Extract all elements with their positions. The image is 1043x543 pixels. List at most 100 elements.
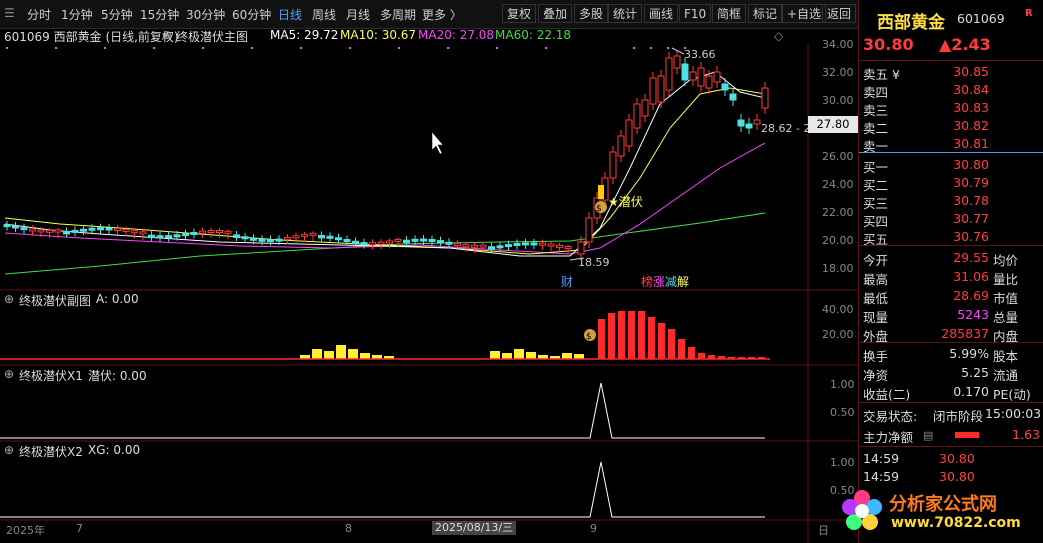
sub1-bar bbox=[348, 349, 358, 359]
candle bbox=[165, 235, 172, 239]
overlay-button[interactable]: 叠加 bbox=[538, 4, 573, 23]
chart-area[interactable]: 601069 西部黄金 (日线,前复权) ⊕ 终极潜伏主图 MA5: 29.72… bbox=[0, 28, 858, 543]
trade-status: 闭市阶段 bbox=[933, 409, 984, 424]
sub1-name[interactable]: 终极潜伏副图 bbox=[19, 292, 91, 309]
sub3-name[interactable]: 终极潜伏X2 bbox=[19, 443, 83, 460]
main-flow-row[interactable]: 主力净额 ▤ 1.63 bbox=[859, 425, 1043, 445]
back-button[interactable]: 返回 bbox=[822, 4, 857, 23]
sub1-bar bbox=[648, 317, 655, 359]
candle bbox=[156, 235, 164, 239]
candle bbox=[577, 241, 585, 255]
candle bbox=[745, 123, 753, 129]
stock-code: 601069 bbox=[957, 11, 1005, 26]
bid-row-1: 买一 30.80 bbox=[859, 155, 1043, 175]
candle bbox=[173, 234, 181, 238]
sub1-bar-group bbox=[0, 311, 770, 360]
sub2-axis-1: 1.00 bbox=[830, 378, 855, 391]
high-note: 33.66 bbox=[684, 48, 716, 61]
candle bbox=[445, 241, 453, 245]
stat2-row-2: 收益(二) 0.170 PE(动) bbox=[859, 382, 1043, 402]
svg-text:$: $ bbox=[586, 332, 592, 342]
add-watchlist-button[interactable]: +自选 bbox=[782, 4, 827, 23]
candle bbox=[462, 244, 470, 248]
candle bbox=[681, 63, 689, 81]
stat2-row-1-value: 5.25 bbox=[961, 365, 989, 380]
date-axis-9: 9 bbox=[590, 522, 597, 535]
multi-stock-button[interactable]: 多股 bbox=[574, 4, 609, 23]
candle bbox=[139, 231, 147, 235]
candle bbox=[71, 229, 79, 233]
stat2-row-2-label: 收益(二) bbox=[863, 387, 911, 402]
adjust-button[interactable]: 复权 bbox=[502, 4, 537, 23]
sub2-name[interactable]: 终极潜伏X1 bbox=[19, 367, 83, 384]
stat-row-1: 最高 31.06 量比 bbox=[859, 267, 1043, 287]
bid-row-5: 买五 30.76 bbox=[859, 227, 1043, 247]
candle bbox=[20, 227, 28, 231]
tick-price: 30.80 bbox=[939, 451, 975, 466]
candle bbox=[148, 234, 155, 239]
sub3-toggle-icon[interactable]: ⊕ bbox=[4, 443, 14, 457]
candle bbox=[437, 240, 444, 244]
candle bbox=[471, 244, 478, 248]
candle bbox=[761, 87, 769, 109]
draw-line-button[interactable]: 画线 bbox=[644, 4, 679, 23]
list-icon[interactable]: ▤ bbox=[923, 429, 933, 442]
price-axis-18: 18.00 bbox=[822, 262, 854, 275]
candle bbox=[343, 239, 351, 243]
divider bbox=[859, 446, 1043, 447]
sub1-bar bbox=[698, 353, 705, 359]
stats-button[interactable]: 统计 bbox=[608, 4, 643, 23]
candle bbox=[705, 75, 713, 89]
sub1-bar bbox=[658, 323, 665, 359]
sub1-bar bbox=[490, 351, 500, 359]
mark-button[interactable]: 标记 bbox=[748, 4, 783, 23]
price-axis-34: 34.00 bbox=[822, 38, 854, 51]
svg-text:$: $ bbox=[596, 204, 602, 214]
ask-row-3: 卖三 30.83 bbox=[859, 98, 1043, 118]
candle bbox=[241, 236, 249, 240]
simple-frame-button[interactable]: 简框 bbox=[712, 4, 747, 23]
sub1-bar bbox=[678, 339, 685, 359]
candle bbox=[326, 235, 334, 239]
kline-svg: 33.66 18.59 28.62 - 2 $ ★潜伏 财 榜 涨 减 解 $ bbox=[0, 44, 858, 543]
candle bbox=[292, 235, 300, 239]
period-tab-60min[interactable]: 60分钟 bbox=[232, 6, 271, 23]
price-axis-22: 22.00 bbox=[822, 206, 854, 219]
period-tab-1min[interactable]: 1分钟 bbox=[61, 6, 93, 23]
candle bbox=[513, 243, 521, 247]
candle bbox=[657, 75, 665, 103]
period-tab-15min[interactable]: 15分钟 bbox=[140, 6, 179, 23]
period-tab-week[interactable]: 周线 bbox=[312, 6, 336, 23]
ask-row-4-value: 30.84 bbox=[953, 82, 989, 97]
candle bbox=[753, 119, 761, 125]
candle bbox=[318, 234, 325, 239]
sub1-bar bbox=[668, 329, 675, 359]
period-tab-5min[interactable]: 5分钟 bbox=[101, 6, 133, 23]
candle bbox=[729, 93, 737, 101]
period-tab-timeshare[interactable]: 分时 bbox=[27, 6, 51, 23]
candle bbox=[386, 240, 393, 244]
period-tab-day[interactable]: 日线 bbox=[278, 6, 302, 23]
candle bbox=[556, 244, 563, 248]
toolbar-menu-icon[interactable]: ☰ bbox=[4, 6, 15, 20]
divider bbox=[859, 245, 1043, 246]
tick-time: 14:59 bbox=[863, 451, 900, 466]
sub2-toggle-icon[interactable]: ⊕ bbox=[4, 367, 14, 381]
period-tab-month[interactable]: 月线 bbox=[346, 6, 370, 23]
sub1-toggle-icon[interactable]: ⊕ bbox=[4, 292, 14, 306]
candle bbox=[721, 83, 729, 91]
period-tab-multi[interactable]: 多周期 bbox=[380, 6, 416, 23]
f10-button[interactable]: F10 bbox=[679, 4, 712, 23]
price-axis-24: 24.00 bbox=[822, 178, 854, 191]
period-tab-more[interactable]: 更多 〉 bbox=[422, 6, 462, 23]
stock-name: 西部黄金 bbox=[877, 13, 945, 33]
candle bbox=[697, 67, 705, 87]
divider bbox=[859, 342, 1043, 343]
sub1-bar bbox=[312, 349, 322, 359]
event-tag-1: 榜 bbox=[641, 274, 653, 289]
ask-row-1-value: 30.81 bbox=[953, 136, 989, 151]
candle bbox=[335, 237, 342, 241]
period-tab-30min[interactable]: 30分钟 bbox=[186, 6, 225, 23]
bid-row-2: 买二 30.79 bbox=[859, 173, 1043, 193]
candle bbox=[3, 224, 11, 228]
